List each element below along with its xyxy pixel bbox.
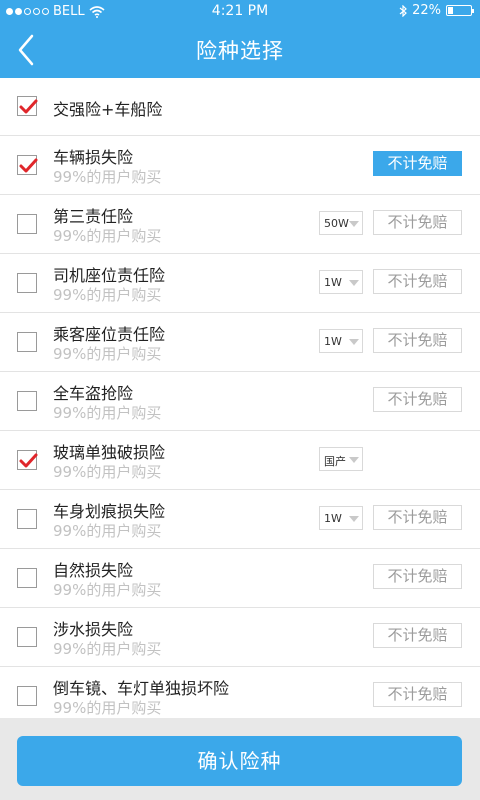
coverage-select-value: 1W [324,335,342,348]
insurance-checkbox[interactable] [17,568,37,588]
insurance-checkbox[interactable] [17,686,37,706]
insurance-row: 涉水损失险 99%的用户购买 不计免赔 [0,608,480,667]
deductible-waiver-button[interactable]: 不计免赔 [373,623,462,648]
insurance-checkbox[interactable] [17,627,37,647]
dropdown-arrow-icon [349,221,359,227]
insurance-name: 司机座位责任险 [53,266,166,285]
page-title: 险种选择 [196,39,284,63]
nav-bar: 险种选择 [0,22,480,78]
deductible-waiver-button[interactable]: 不计免赔 [373,682,462,707]
insurance-row: 自然损失险 99%的用户购买 不计免赔 [0,549,480,608]
insurance-row: 车身划痕损失险 99%的用户购买 1W 不计免赔 [0,490,480,549]
dropdown-arrow-icon [349,339,359,345]
battery-icon [446,5,474,16]
insurance-name: 车身划痕损失险 [53,502,166,521]
battery-percent: 22% [412,3,441,18]
app-header: BELL 4:21 PM 22% 险种选择 [0,0,480,78]
insurance-name: 车辆损失险 [53,148,134,167]
purchase-rate-text: 99%的用户购买 [53,581,162,599]
insurance-name: 交强险+车船险 [53,100,163,119]
coverage-select-value: 1W [324,512,342,525]
insurance-row: 乘客座位责任险 99%的用户购买 1W 不计免赔 [0,313,480,372]
insurance-row: 司机座位责任险 99%的用户购买 1W 不计免赔 [0,254,480,313]
purchase-rate-text: 99%的用户购买 [53,522,162,540]
dropdown-arrow-icon [349,516,359,522]
deductible-waiver-button[interactable]: 不计免赔 [373,328,462,353]
purchase-rate-text: 99%的用户购买 [53,345,162,363]
coverage-select[interactable]: 1W [319,270,363,294]
deductible-waiver-button[interactable]: 不计免赔 [373,505,462,530]
purchase-rate-text: 99%的用户购买 [53,640,162,658]
purchase-rate-text: 99%的用户购买 [53,286,162,304]
confirm-button[interactable]: 确认险种 [17,736,462,786]
insurance-row: 第三责任险 99%的用户购买 50W 不计免赔 [0,195,480,254]
coverage-select[interactable]: 国产 [319,447,363,471]
insurance-checkbox[interactable] [17,214,37,234]
insurance-row: 玻璃单独破损险 99%的用户购买 国产 [0,431,480,490]
insurance-checkbox[interactable] [17,273,37,293]
insurance-name: 自然损失险 [53,561,134,580]
coverage-select[interactable]: 50W [319,211,363,235]
purchase-rate-text: 99%的用户购买 [53,463,162,481]
dropdown-arrow-icon [349,280,359,286]
status-bar: BELL 4:21 PM 22% [0,0,480,22]
coverage-select-value: 国产 [324,455,346,468]
deductible-waiver-button[interactable]: 不计免赔 [373,564,462,589]
status-right: 22% [399,3,474,18]
insurance-list: 交强险+车船险 车辆损失险 99%的用户购买 不计免赔 第三责任险 99%的用户购买 50W… [0,78,480,726]
insurance-name: 涉水损失险 [53,620,134,639]
footer-bar: 确认险种 [0,718,480,800]
insurance-checkbox[interactable] [17,155,38,175]
insurance-row: 交强险+车船险 [0,78,480,136]
deductible-waiver-button[interactable]: 不计免赔 [373,269,462,294]
insurance-row: 车辆损失险 99%的用户购买 不计免赔 [0,136,480,195]
insurance-name: 第三责任险 [53,207,134,226]
bluetooth-icon [399,4,407,17]
insurance-name: 全车盗抢险 [53,384,134,403]
deductible-waiver-button[interactable]: 不计免赔 [373,151,462,176]
coverage-select-value: 50W [324,217,349,230]
insurance-checkbox[interactable] [17,509,37,529]
insurance-name: 玻璃单独破损险 [53,443,166,462]
insurance-checkbox[interactable] [17,96,38,116]
insurance-name: 乘客座位责任险 [53,325,166,344]
insurance-name: 倒车镜、车灯单独损坏险 [53,679,230,698]
deductible-waiver-button[interactable]: 不计免赔 [373,210,462,235]
purchase-rate-text: 99%的用户购买 [53,404,162,422]
dropdown-arrow-icon [349,457,359,463]
insurance-row: 全车盗抢险 99%的用户购买 不计免赔 [0,372,480,431]
purchase-rate-text: 99%的用户购买 [53,699,162,717]
purchase-rate-text: 99%的用户购买 [53,168,162,186]
insurance-checkbox[interactable] [17,391,37,411]
coverage-select-value: 1W [324,276,342,289]
coverage-select[interactable]: 1W [319,506,363,530]
purchase-rate-text: 99%的用户购买 [53,227,162,245]
insurance-checkbox[interactable] [17,332,37,352]
coverage-select[interactable]: 1W [319,329,363,353]
deductible-waiver-button[interactable]: 不计免赔 [373,387,462,412]
insurance-checkbox[interactable] [17,450,38,470]
